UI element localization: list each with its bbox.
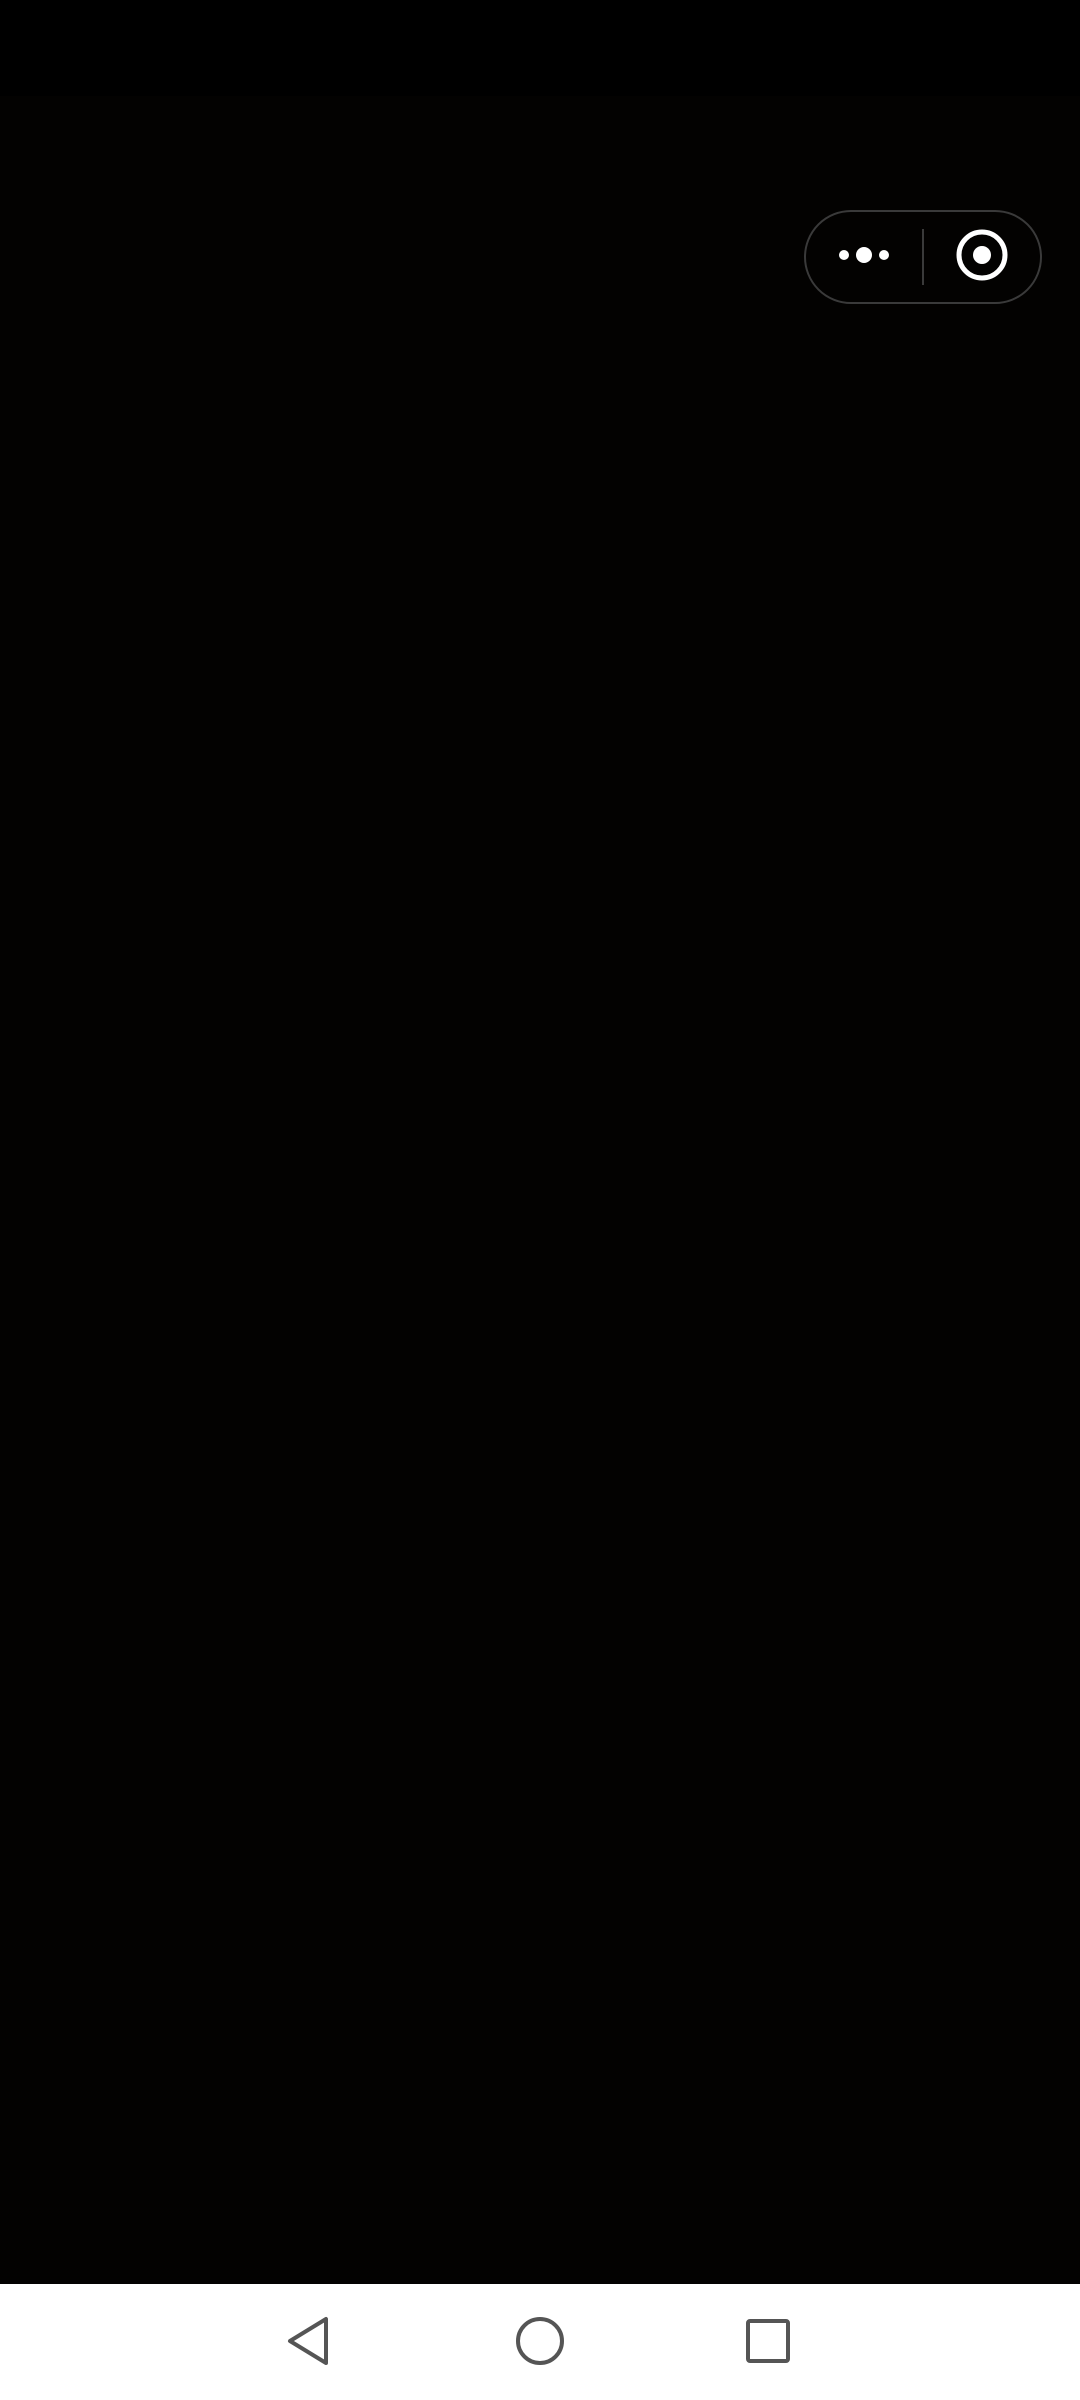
mini-program-capsule	[804, 210, 1042, 304]
nav-back-button[interactable]	[274, 2308, 344, 2378]
system-navigation-bar	[0, 2284, 1080, 2400]
status-bar	[0, 0, 1080, 96]
mini-program-content	[0, 96, 1080, 2284]
nav-recents-button[interactable]	[733, 2308, 803, 2378]
target-circle-icon	[955, 228, 1009, 287]
capsule-close-button[interactable]	[924, 212, 1040, 302]
triangle-back-icon	[284, 2315, 334, 2372]
circle-home-icon	[514, 2315, 566, 2372]
capsule-more-button[interactable]	[806, 212, 922, 302]
more-dots-icon	[837, 245, 891, 270]
phone-screen	[0, 0, 1080, 2400]
square-recents-icon	[744, 2317, 792, 2370]
nav-home-button[interactable]	[505, 2308, 575, 2378]
